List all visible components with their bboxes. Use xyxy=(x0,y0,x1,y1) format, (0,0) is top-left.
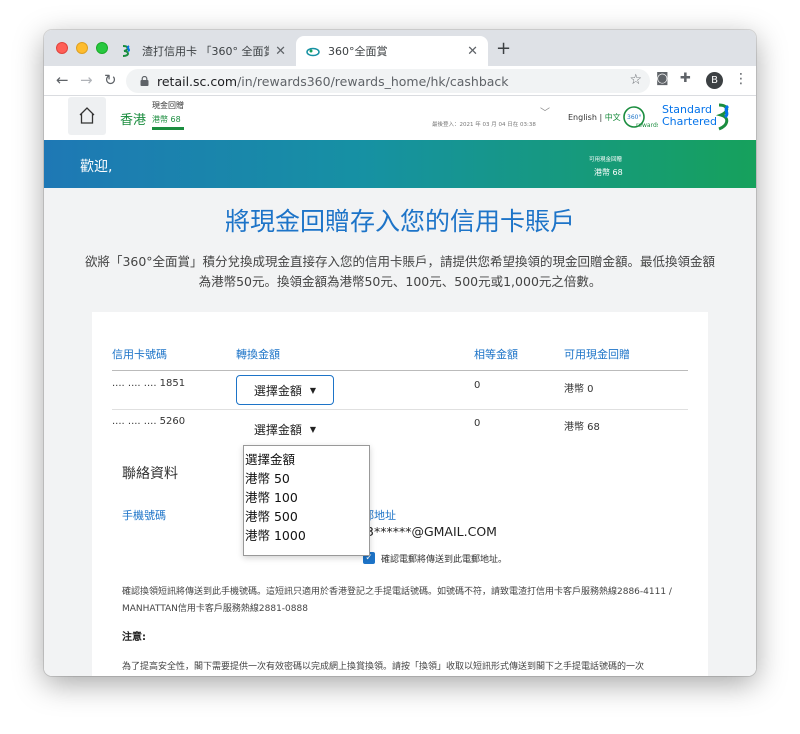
back-arrow-icon[interactable]: ← xyxy=(56,71,69,89)
new-tab-button[interactable]: + xyxy=(496,38,511,59)
language-switcher: English | 中文 xyxy=(568,112,621,123)
page-title: 將現金回贈存入您的信用卡賬戶 xyxy=(224,207,575,236)
reload-icon[interactable]: ↻ xyxy=(104,71,117,89)
browser-window: 渣打信用卡 「360° 全面賞」 - 渣 ✕ 360°全面賞 ✕ + ← → ↻… xyxy=(44,30,756,676)
amount-select-1851[interactable]: 選擇金額 ▼ xyxy=(236,375,334,405)
col-header-equivalent: 相等金額 xyxy=(474,348,518,361)
browser-toolbar: ← → ↻ retail.sc.com/in/rewards360/reward… xyxy=(44,66,756,96)
intro-text: 欲將「360°全面賞」積分兌換成現金直接存入您的信用卡賬戶，請提供您希望換領的現… xyxy=(84,254,716,289)
confirm-email-label: 確認電郵將傳送到此電郵地址。 xyxy=(381,555,508,565)
contact-heading: 聯絡資料 xyxy=(122,466,178,482)
redemption-card: 信用卡號碼 轉換金額 相等金額 可用現金回贈 .... .... .... 18… xyxy=(92,312,708,676)
extensions-puzzle-icon[interactable]: ✚ xyxy=(680,71,691,86)
amount-select-5260[interactable]: 選擇金額 ▼ xyxy=(236,414,334,444)
sc-favicon-icon xyxy=(122,45,130,57)
url-path: /in/rewards360/rewards_home/hk/cashback xyxy=(237,73,509,89)
select-label: 選擇金額 xyxy=(253,422,302,437)
tab-360-rewards[interactable]: 360°全面賞 ✕ xyxy=(296,36,488,66)
rewards-360-logo: 360° rewards xyxy=(623,106,658,129)
lang-english-link[interactable]: English xyxy=(568,113,597,122)
lang-separator: | xyxy=(599,113,603,122)
dropdown-option-500[interactable]: 港幣 500 xyxy=(244,507,369,526)
col-header-available: 可用現金回贈 xyxy=(564,348,630,361)
forward-arrow-icon[interactable]: → xyxy=(80,71,93,89)
tab-strip: 渣打信用卡 「360° 全面賞」 - 渣 ✕ 360°全面賞 ✕ + xyxy=(44,30,756,66)
card-number-5260: .... .... .... 5260 xyxy=(112,416,186,427)
main-content: 將現金回贈存入您的信用卡賬戶 欲將「360°全面賞」積分兌換成現金直接存入您的信… xyxy=(44,188,756,676)
equivalent-1851: 0 xyxy=(474,380,481,391)
tab-title: 渣打信用卡 「360° 全面賞」 - 渣 xyxy=(142,45,270,58)
welcome-banner: 歡迎, 可用現金回贈 港幣 68 xyxy=(44,140,756,188)
maximize-window-button[interactable] xyxy=(96,42,108,54)
home-button[interactable] xyxy=(68,97,106,135)
rewards-favicon-icon xyxy=(306,47,320,57)
available-5260: 港幣 68 xyxy=(564,422,600,433)
row-divider xyxy=(112,409,688,410)
minimize-window-button[interactable] xyxy=(76,42,88,54)
cashback-value: 港幣 68 xyxy=(152,115,181,124)
security-note: 為了提高安全性，閣下需要提供一次有效密碼以完成網上換賞換領。請按「換領」收取以短… xyxy=(122,662,645,672)
sms-note: 確認換領短訊將傳送到此手機號碼。這短訊只適用於香港登記之手提電話號碼。如號碼不符… xyxy=(122,587,672,614)
welcome-text: 歡迎, xyxy=(80,159,113,175)
camera-icon[interactable]: ◙ xyxy=(656,71,669,86)
card-number-1851: .... .... .... 1851 xyxy=(112,378,186,389)
tab-title: 360°全面賞 xyxy=(328,45,388,58)
select-label: 選擇金額 xyxy=(253,383,302,398)
tab-sc-credit-card[interactable]: 渣打信用卡 「360° 全面賞」 - 渣 ✕ xyxy=(110,36,296,66)
amount-dropdown-list: 選擇金額 港幣 50 港幣 100 港幣 500 港幣 1000 xyxy=(243,445,370,556)
email-value: 3******@GMAIL.COM xyxy=(366,524,497,539)
brand-line2: Chartered xyxy=(662,115,718,128)
col-header-card: 信用卡號碼 xyxy=(112,348,167,361)
region-label[interactable]: 香港 xyxy=(120,109,146,128)
tab-close-icon[interactable]: ✕ xyxy=(275,44,286,59)
home-icon xyxy=(79,107,95,124)
browser-menu-icon[interactable]: ⋮ xyxy=(734,71,748,87)
notice-heading: 注意: xyxy=(122,632,146,643)
address-bar[interactable]: retail.sc.com/in/rewards360/rewards_home… xyxy=(126,69,650,93)
bookmark-star-icon[interactable]: ☆ xyxy=(629,72,642,88)
tab-close-icon[interactable]: ✕ xyxy=(467,44,478,59)
svg-text:rewards: rewards xyxy=(636,122,658,129)
cashback-underline xyxy=(152,127,184,130)
standard-chartered-logo-icon xyxy=(715,103,730,131)
dropdown-option-1000[interactable]: 港幣 1000 xyxy=(244,526,369,545)
banner-balance-value: 港幣 68 xyxy=(594,168,623,177)
mobile-label: 手機號碼 xyxy=(122,509,166,522)
equivalent-5260: 0 xyxy=(474,418,481,429)
last-login-text: 最後登入：2021 年 03 月 04 日在 03:38 xyxy=(432,122,536,128)
chevron-down-icon[interactable]: ﹀ xyxy=(540,104,550,119)
dropdown-option-50[interactable]: 港幣 50 xyxy=(244,469,369,488)
close-window-button[interactable] xyxy=(56,42,68,54)
profile-avatar[interactable]: B xyxy=(706,72,723,89)
lang-chinese-link[interactable]: 中文 xyxy=(605,113,621,122)
available-1851: 港幣 0 xyxy=(564,384,594,395)
lock-icon xyxy=(140,76,149,86)
caret-down-icon: ▼ xyxy=(309,424,317,434)
svg-text:360°: 360° xyxy=(627,114,641,121)
cashback-title: 現金回贈 xyxy=(152,101,184,110)
dropdown-option-select[interactable]: 選擇金額 xyxy=(244,450,369,469)
col-header-amount: 轉換金額 xyxy=(236,348,280,361)
url-host: retail.sc.com xyxy=(157,73,238,89)
caret-down-icon: ▼ xyxy=(309,385,317,395)
site-header: 香港 現金回贈 港幣 68 最後登入：2021 年 03 月 04 日在 03:… xyxy=(44,96,756,140)
standard-chartered-wordmark: Standard Chartered xyxy=(662,104,717,128)
banner-balance-label: 可用現金回贈 xyxy=(589,157,623,163)
header-divider xyxy=(112,370,688,371)
dropdown-option-100[interactable]: 港幣 100 xyxy=(244,488,369,507)
